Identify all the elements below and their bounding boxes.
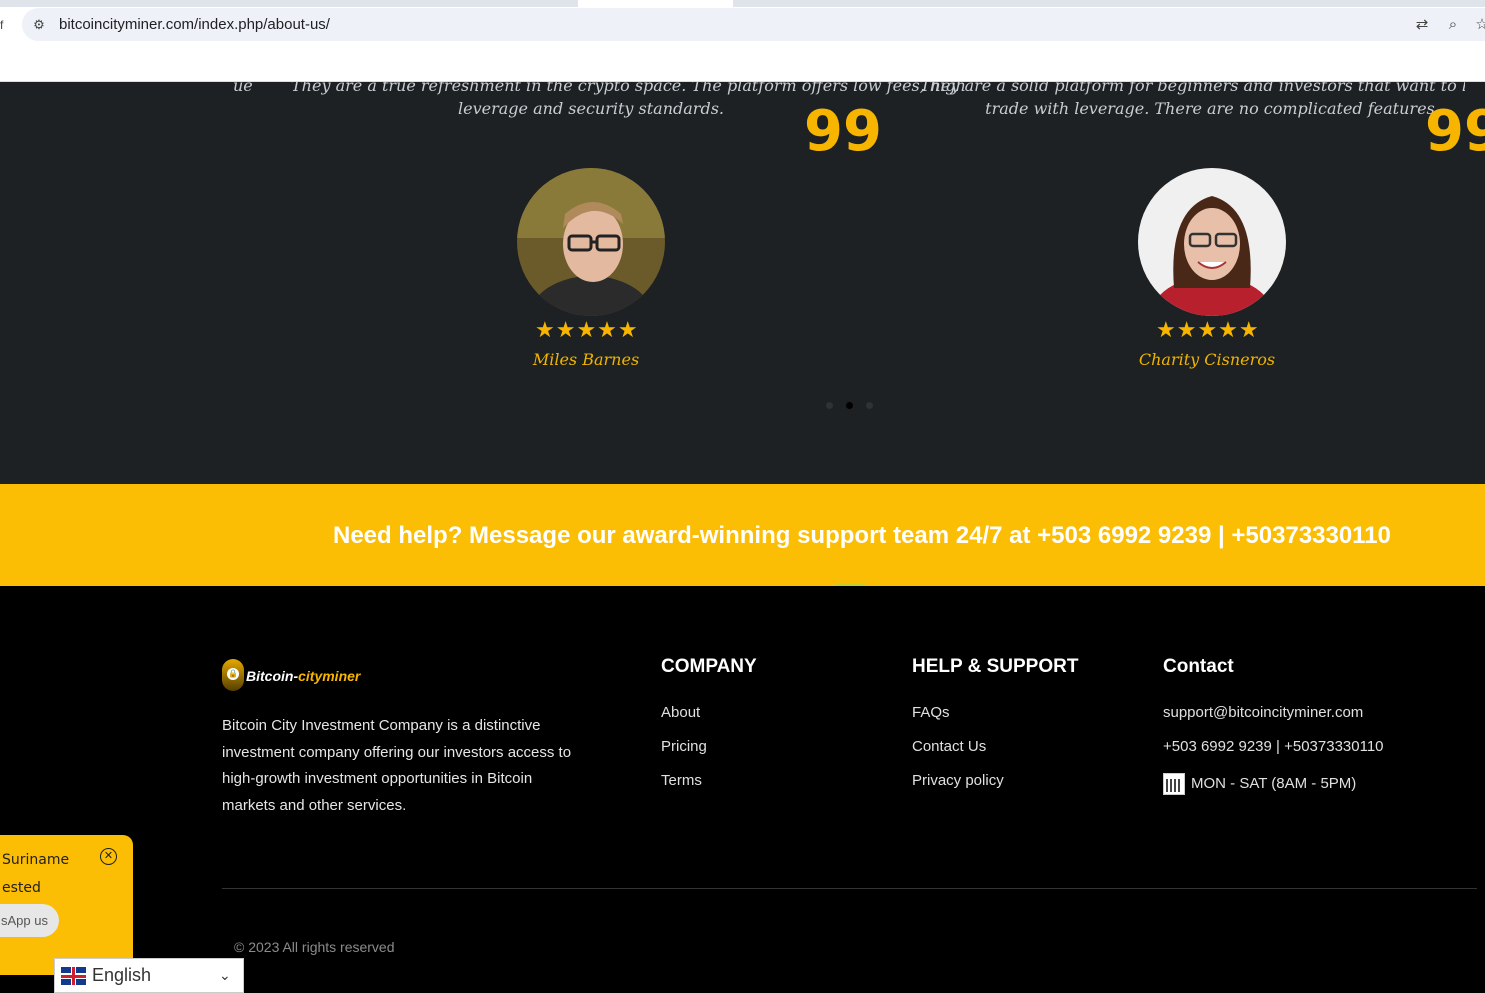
address-bar[interactable]: ⚙ bitcoincityminer.com/index.php/about-u…	[22, 8, 1485, 41]
testimonial-quote-line: They are a solid platform for beginners …	[920, 82, 1465, 95]
uk-flag-icon	[61, 967, 86, 985]
chevron-down-icon: ⌄	[219, 967, 231, 983]
lock-logo-icon: 🔒	[222, 659, 244, 691]
contact-email[interactable]: support@bitcoincityminer.com	[1163, 704, 1363, 721]
company-heading: COMPANY	[661, 656, 757, 677]
language-label: English	[92, 965, 152, 985]
business-hours: MON - SAT (8AM - 5PM)	[1191, 775, 1357, 792]
close-icon[interactable]: ✕	[100, 848, 117, 865]
footer-link-faqs[interactable]: FAQs	[912, 704, 950, 721]
contact-heading: Contact	[1163, 656, 1234, 677]
carousel-dot-active[interactable]	[846, 402, 853, 409]
whatsapp-button[interactable]: sApp us	[0, 904, 59, 937]
language-selector[interactable]: English ⌄	[54, 958, 244, 993]
rating-stars: ★★★★★	[535, 317, 639, 342]
carousel-dot[interactable]	[866, 402, 873, 409]
testimonial-quote-line: They are a true refreshment in the crypt…	[291, 82, 966, 95]
zoom-icon[interactable]: ⌕	[1443, 15, 1463, 35]
calendar-icon	[1163, 773, 1185, 795]
testimonial-quote-line: trade with leverage. There are no compli…	[985, 99, 1440, 118]
footer-link-about[interactable]: About	[661, 704, 700, 721]
support-banner: Need help? Message our award-winning sup…	[0, 484, 1485, 598]
quote-mark-icon: 99	[1425, 99, 1485, 164]
company-description: Bitcoin City Investment Company is a dis…	[222, 717, 572, 814]
help-support-heading: HELP & SUPPORT	[912, 656, 1079, 677]
footer-link-contact-us[interactable]: Contact Us	[912, 738, 986, 755]
footer-divider	[222, 888, 1477, 889]
popup-text: Suriname	[2, 852, 70, 868]
testimonial-name: Miles Barnes	[532, 350, 640, 369]
site-settings-icon[interactable]: ⚙	[30, 16, 48, 34]
footer: 🔒 Bitcoin-cityminer Bitcoin City Investm…	[0, 586, 1485, 993]
footer-link-pricing[interactable]: Pricing	[661, 738, 707, 755]
avatar-photo-charity	[1138, 168, 1286, 316]
contact-phone[interactable]: +503 6992 9239 | +50373330110	[1163, 738, 1384, 755]
footer-link-privacy[interactable]: Privacy policy	[912, 772, 1004, 789]
testimonials-section: ue They are a true refreshment in the cr…	[0, 82, 1485, 484]
translate-icon[interactable]: ⇄	[1412, 15, 1432, 35]
tab-strip	[0, 0, 1485, 7]
avatar-photo-miles	[517, 168, 665, 316]
whatsapp-popup: Suriname ested ✕ sApp us	[0, 835, 133, 975]
browser-chrome: f ⚙ bitcoincityminer.com/index.php/about…	[0, 0, 1485, 82]
testimonial-quote-line: leverage and security standards.	[458, 99, 724, 118]
avatar	[1138, 168, 1286, 316]
testimonial-name: Charity Cisneros	[1138, 350, 1276, 369]
copyright: © 2023 All rights reserved	[234, 939, 395, 955]
carousel-dot[interactable]	[826, 402, 833, 409]
avatar	[517, 168, 665, 316]
logo-wordmark: Bitcoin-cityminer	[246, 668, 361, 684]
support-banner-text: Need help? Message our award-winning sup…	[333, 522, 1391, 549]
footer-link-terms[interactable]: Terms	[661, 772, 702, 789]
quote-mark-icon: 99	[804, 99, 882, 164]
rating-stars: ★★★★★	[1156, 317, 1260, 342]
url-text[interactable]: bitcoincityminer.com/index.php/about-us/	[59, 16, 330, 33]
tab-edge: f	[0, 18, 4, 32]
active-tab-indicator	[578, 0, 733, 7]
popup-text: ested	[2, 880, 41, 896]
bookmark-star-icon[interactable]: ☆	[1472, 15, 1485, 35]
testimonial-quote-fragment: ue	[233, 82, 253, 95]
